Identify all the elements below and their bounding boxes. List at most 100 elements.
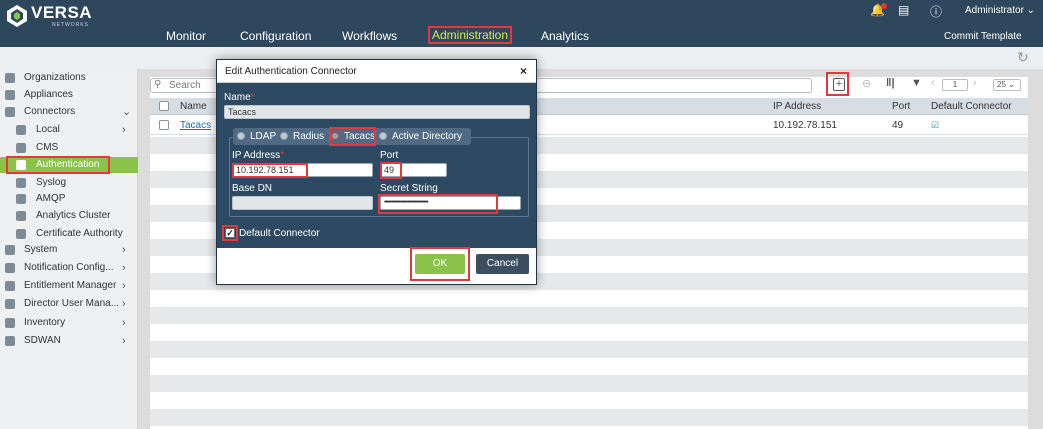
next-page-icon[interactable]: ›	[973, 77, 977, 93]
commit-template-button[interactable]: Commit Template	[944, 31, 1022, 42]
chevron-right-icon[interactable]: ›	[122, 315, 126, 331]
highlight-port	[380, 162, 402, 179]
sidebar-item-appliances[interactable]: Appliances	[0, 87, 138, 103]
top-header: VERSA NETWORKS Monitor Configuration Wor…	[0, 0, 1043, 47]
highlight-add	[826, 72, 849, 96]
cancel-button[interactable]: Cancel	[476, 254, 529, 274]
nav-configuration[interactable]: Configuration	[240, 29, 311, 43]
empty-row	[150, 375, 1028, 392]
header-port[interactable]: Port	[892, 101, 910, 112]
chevron-right-icon[interactable]: ›	[122, 242, 126, 258]
per-page-value: 25	[997, 80, 1006, 89]
sdwan-icon	[5, 336, 15, 346]
brand-sub: NETWORKS	[52, 22, 89, 28]
highlight-tacacs	[329, 127, 376, 146]
sidebar-item-inventory[interactable]: Inventory ›	[0, 315, 138, 331]
sidebar-label: CMS	[36, 142, 59, 153]
radio-ldap-label[interactable]: LDAP	[250, 131, 276, 142]
highlight-default	[222, 225, 238, 241]
header-ip[interactable]: IP Address	[773, 101, 821, 112]
system-icon	[5, 245, 15, 255]
base-dn-field[interactable]	[232, 196, 373, 210]
user-menu[interactable]: Administrator ⌄	[965, 5, 1035, 16]
sidebar-item-notification[interactable]: Notification Config... ›	[0, 260, 138, 276]
nav-workflows[interactable]: Workflows	[342, 29, 397, 43]
users-icon	[5, 299, 15, 309]
chevron-right-icon[interactable]: ›	[122, 122, 126, 138]
radio-ldap[interactable]	[237, 132, 245, 140]
sidebar-item-local[interactable]: Local ›	[0, 122, 138, 138]
sidebar-item-sdwan[interactable]: SDWAN ›	[0, 333, 138, 349]
sidebar-label: Connectors	[24, 106, 76, 117]
chevron-right-icon[interactable]: ›	[122, 333, 126, 349]
sidebar-item-syslog[interactable]: Syslog	[0, 175, 138, 191]
document-icon[interactable]: ▤	[898, 3, 909, 17]
search-icon: ⚲	[154, 79, 162, 90]
port-label: Port	[380, 150, 399, 161]
user-name: Administrator	[965, 5, 1024, 16]
chevron-right-icon[interactable]: ›	[122, 296, 126, 312]
sidebar-item-certificate-authority[interactable]: Certificate Authority	[0, 226, 138, 242]
sidebar-label: Appliances	[24, 89, 73, 100]
chevron-down-icon[interactable]: ⌄	[122, 104, 131, 120]
select-all-checkbox[interactable]	[159, 101, 169, 111]
versa-logo-icon	[7, 5, 27, 27]
nav-administration[interactable]: Administration	[427, 26, 513, 44]
previous-page-icon[interactable]: ‹	[931, 77, 935, 93]
sidebar-item-system[interactable]: System ›	[0, 242, 138, 258]
sidebar-label: Analytics Cluster	[36, 210, 111, 221]
empty-row	[150, 307, 1028, 324]
filter-icon[interactable]: ▼	[911, 77, 922, 93]
chevron-right-icon[interactable]: ›	[122, 278, 126, 294]
sidebar-item-analytics-cluster[interactable]: Analytics Cluster	[0, 208, 138, 224]
entitlement-icon	[5, 281, 15, 291]
refresh-icon[interactable]: ↻	[1017, 49, 1029, 66]
appliances-icon	[5, 90, 15, 100]
empty-row	[150, 341, 1028, 358]
close-icon[interactable]: ×	[520, 64, 527, 78]
syslog-icon	[16, 178, 26, 188]
row-checkbox[interactable]	[159, 120, 169, 130]
radio-active-directory-label[interactable]: Active Directory	[392, 131, 462, 142]
columns-icon[interactable]: ‖|	[886, 77, 895, 93]
radio-radius[interactable]	[280, 132, 288, 140]
nav-monitor[interactable]: Monitor	[166, 29, 206, 43]
sidebar-item-director-users[interactable]: Director User Mana... ›	[0, 296, 138, 312]
local-icon	[16, 125, 26, 135]
highlight-ip	[232, 163, 308, 178]
highlight-authentication	[6, 156, 110, 174]
basedn-label: Base DN	[232, 183, 273, 194]
sidebar-label: Certificate Authority	[36, 228, 123, 239]
sidebar-label: Notification Config...	[24, 262, 114, 273]
per-page-select[interactable]: 25 ⌄	[993, 79, 1021, 91]
search-placeholder: Search	[169, 80, 201, 91]
chevron-right-icon[interactable]: ›	[122, 260, 126, 276]
header-name[interactable]: Name	[180, 101, 207, 112]
header-default[interactable]: Default Connector	[931, 101, 1012, 112]
connectors-icon	[5, 107, 15, 117]
info-icon[interactable]: ⓘ	[930, 3, 942, 20]
row-name-link[interactable]: Tacacs	[180, 120, 211, 131]
page-number-input[interactable]: 1	[942, 79, 968, 91]
sidebar-item-amqp[interactable]: AMQP	[0, 191, 138, 207]
ip-label: IP Address*	[232, 150, 284, 161]
required-mark: *	[250, 92, 255, 103]
sidebar-item-entitlement[interactable]: Entitlement Manager ›	[0, 278, 138, 294]
default-connector-icon: ☑	[931, 120, 940, 130]
radio-active-directory[interactable]	[379, 132, 387, 140]
sidebar-item-connectors[interactable]: Connectors ⌄	[0, 104, 138, 120]
empty-row	[150, 409, 1028, 426]
certificate-icon	[16, 229, 26, 239]
edit-connector-modal: Edit Authentication Connector × Name* Ta…	[216, 59, 537, 285]
sidebar-item-cms[interactable]: CMS	[0, 140, 138, 156]
name-field[interactable]: Tacacs	[224, 105, 530, 119]
delete-icon[interactable]: ⊖	[862, 77, 871, 93]
amqp-icon	[16, 194, 26, 204]
radio-radius-label[interactable]: Radius	[293, 131, 324, 142]
sidebar-item-organizations[interactable]: Organizations	[0, 70, 138, 86]
inventory-icon	[5, 318, 15, 328]
modal-header: Edit Authentication Connector ×	[217, 60, 536, 83]
sidebar-label: SDWAN	[24, 335, 61, 346]
nav-analytics[interactable]: Analytics	[541, 29, 589, 43]
sidebar-label: Director User Mana...	[24, 298, 120, 309]
